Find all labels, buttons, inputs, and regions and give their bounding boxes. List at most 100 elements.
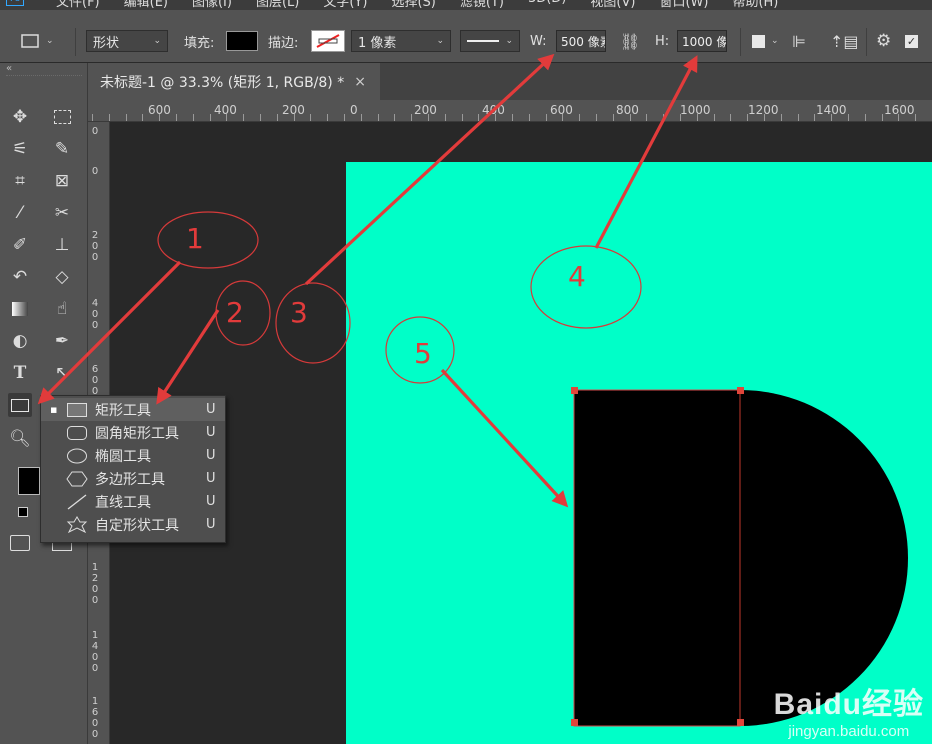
ruler-label: 600 xyxy=(91,364,99,397)
blur-tool[interactable]: ☝ xyxy=(50,297,74,321)
rectangle-shape xyxy=(573,389,741,727)
clone-stamp-tool[interactable]: ⊥ xyxy=(50,233,74,257)
checkbox-checked-icon: ✓ xyxy=(905,34,918,48)
watermark-url: jingyan.baidu.com xyxy=(788,723,910,740)
ruler-tick xyxy=(629,114,631,121)
crop-tool[interactable]: ⌗ xyxy=(8,169,32,193)
pen-tool[interactable]: ✒ xyxy=(50,329,74,353)
menu-help[interactable]: 帮助(H) xyxy=(732,0,778,10)
geometry-options-button[interactable]: ⚙ xyxy=(876,30,891,52)
ruler-tick xyxy=(780,114,782,121)
width-field[interactable]: 500 像素 xyxy=(556,30,606,52)
menu-image[interactable]: 图像(I) xyxy=(192,0,232,10)
move-icon: ✥ xyxy=(12,107,28,127)
ruler-label: 1600 xyxy=(91,696,99,740)
flyout-item-shortcut: U xyxy=(206,471,216,486)
menu-3d[interactable]: 3D(D) xyxy=(528,0,566,10)
flyout-item-shortcut: U xyxy=(206,517,216,532)
frame-tool[interactable]: ⊠ xyxy=(50,169,74,193)
flyout-item-polygon[interactable]: 多边形工具 U xyxy=(41,467,225,490)
flyout-item-rectangle[interactable]: ▪ 矩形工具 U xyxy=(41,398,225,421)
flyout-item-shortcut: U xyxy=(206,425,216,440)
ruler-label: 1400 xyxy=(91,630,99,674)
gear-icon: ⚙ xyxy=(876,31,892,51)
stroke-swatch[interactable] xyxy=(311,30,345,52)
anchor-handle xyxy=(737,387,744,394)
stroke-width-select[interactable]: 1 像素 ⌄ xyxy=(351,30,451,52)
path-arrangement-button[interactable]: ⇡▤ xyxy=(830,30,859,52)
fill-swatch[interactable] xyxy=(226,31,258,51)
ruler-tick xyxy=(377,114,379,121)
ruler-tick xyxy=(680,114,681,121)
flyout-item-shortcut: U xyxy=(206,448,216,463)
link-dimensions-button[interactable]: ⛓ xyxy=(620,30,640,52)
panel-grip[interactable] xyxy=(6,75,82,81)
align-edges-checkbox[interactable]: ✓ xyxy=(905,30,918,52)
eyedropper-tool[interactable]: ⁄ xyxy=(8,201,32,225)
flyout-item-ellipse[interactable]: 椭圆工具 U xyxy=(41,444,225,467)
rectangle-tool[interactable] xyxy=(8,393,32,417)
quick-mask-button[interactable] xyxy=(10,535,30,551)
chevron-down-icon: ⌄ xyxy=(436,36,444,46)
ruler-tick xyxy=(226,114,228,121)
close-icon[interactable]: × xyxy=(354,74,366,90)
flyout-item-line[interactable]: 直线工具 U xyxy=(41,490,225,513)
stamp-icon: ⊥ xyxy=(54,235,70,255)
foreground-color-swatch[interactable] xyxy=(18,467,40,495)
menu-view[interactable]: 视图(V) xyxy=(590,0,635,10)
ruler-tick xyxy=(159,114,161,121)
ruler-tick xyxy=(108,114,110,121)
horizontal-ruler[interactable]: 600 400 200 0 200 400 600 800 1000 1200 … xyxy=(88,100,932,122)
ruler-label: 0 xyxy=(350,103,358,117)
healing-brush-tool[interactable]: ✂ xyxy=(50,201,74,225)
quick-selection-tool[interactable]: ✎ xyxy=(50,137,74,161)
document-title: 未标题-1 @ 33.3% (矩形 1, RGB/8) * xyxy=(100,74,345,91)
shape-mode-value: 形状 xyxy=(93,35,120,51)
history-brush-tool[interactable]: ↶ xyxy=(8,265,32,289)
zoom-tool[interactable]: 🔍︎ xyxy=(8,427,32,451)
marquee-tool[interactable] xyxy=(50,105,74,129)
ellipse-icon xyxy=(67,448,87,463)
flyout-item-custom-shape[interactable]: 自定形状工具 U xyxy=(41,513,225,536)
ruler-tick xyxy=(444,114,446,121)
path-alignment-button[interactable]: ⊫ xyxy=(792,30,806,52)
collapse-panel-icon[interactable]: « xyxy=(6,63,12,74)
eraser-tool[interactable]: ◇ xyxy=(50,265,74,289)
menu-window[interactable]: 窗口(W) xyxy=(659,0,708,10)
lasso-tool[interactable]: ⚟ xyxy=(8,137,32,161)
gradient-tool[interactable] xyxy=(8,297,32,321)
menu-select[interactable]: 选择(S) xyxy=(391,0,435,10)
height-field[interactable]: 1000 像素 xyxy=(677,30,727,52)
shape-mode-select[interactable]: 形状 ⌄ xyxy=(86,30,168,52)
swap-colors-icon[interactable] xyxy=(18,507,28,517)
menu-type[interactable]: 文字(Y) xyxy=(323,0,367,10)
watermark-brand: Baidu经验 xyxy=(773,688,924,721)
document-tab-bar: 未标题-1 @ 33.3% (矩形 1, RGB/8) * × xyxy=(88,63,932,100)
menu-edit[interactable]: 编辑(E) xyxy=(124,0,168,10)
flyout-item-rounded-rectangle[interactable]: 圆角矩形工具 U xyxy=(41,421,225,444)
menu-file[interactable]: 文件(F) xyxy=(56,0,100,10)
path-selection-tool[interactable]: ↖ xyxy=(50,361,74,385)
ruler-label: 400 xyxy=(91,298,99,331)
type-tool[interactable]: T xyxy=(8,361,32,385)
ruler-tick xyxy=(898,114,900,121)
brush-tool[interactable]: ✐ xyxy=(8,233,32,257)
dodge-tool[interactable]: ◐ xyxy=(8,329,32,353)
polygonal-lasso-icon: ⚟ xyxy=(12,139,28,159)
stroke-type-select[interactable]: ⌄ xyxy=(460,30,520,52)
menu-layer[interactable]: 图层(L) xyxy=(256,0,299,10)
ruler-label: 400 xyxy=(482,103,505,117)
shape-layer[interactable] xyxy=(110,122,932,744)
ruler-tick xyxy=(545,114,547,121)
ruler-tick xyxy=(360,114,362,121)
canvas-area[interactable] xyxy=(110,122,932,744)
flyout-item-shortcut: U xyxy=(206,494,216,509)
tool-preset-picker[interactable]: ⌄ xyxy=(20,30,54,52)
menu-filter[interactable]: 滤镜(T) xyxy=(460,0,504,10)
document-tab[interactable]: 未标题-1 @ 33.3% (矩形 1, RGB/8) * × xyxy=(88,63,380,100)
ruler-tick xyxy=(142,114,144,121)
move-tool[interactable]: ✥ xyxy=(8,105,32,129)
ruler-tick xyxy=(428,114,429,121)
flyout-item-label: 椭圆工具 xyxy=(95,448,151,465)
path-operations-button[interactable]: ⌄ xyxy=(752,30,779,52)
